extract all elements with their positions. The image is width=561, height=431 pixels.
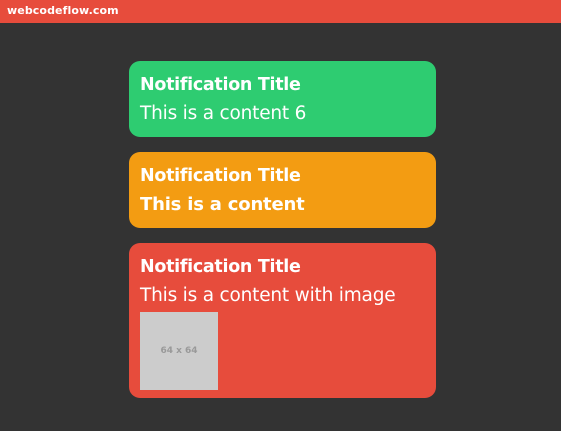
- top-bar: webcodeflow.com: [0, 0, 561, 23]
- notification-content: This is a content 6: [140, 103, 307, 124]
- notification-warning[interactable]: Notification Title This is a content: [129, 152, 436, 228]
- notification-image: 64 x 64: [140, 312, 218, 390]
- notification-content: This is a content: [140, 194, 305, 215]
- notification-stack: Notification Title This is a content 6 N…: [129, 61, 436, 398]
- image-placeholder-label: 64 x 64: [160, 346, 198, 356]
- notification-content: This is a content with image: [140, 285, 396, 306]
- notification-title: Notification Title: [140, 257, 301, 277]
- notification-title: Notification Title: [140, 166, 301, 186]
- notification-success[interactable]: Notification Title This is a content 6: [129, 61, 436, 137]
- site-brand[interactable]: webcodeflow.com: [7, 4, 119, 17]
- notification-title: Notification Title: [140, 75, 301, 95]
- notification-danger[interactable]: Notification Title This is a content wit…: [129, 243, 436, 398]
